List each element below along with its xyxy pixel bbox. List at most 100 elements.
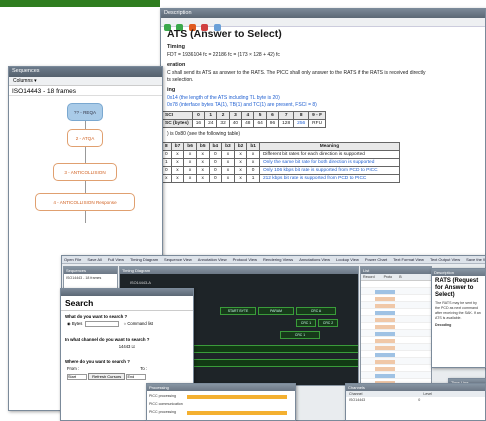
bits-header-cell: b4 [208, 142, 223, 151]
level-col[interactable]: Level [423, 392, 432, 396]
list-item[interactable] [361, 337, 431, 350]
right-desc-head: Description [432, 269, 485, 276]
toolbar-item[interactable]: Sequence View [164, 257, 192, 262]
toolbar-item[interactable]: Power Chart [365, 257, 387, 262]
signal-label: CRC 1 [300, 321, 312, 325]
refresh-cursors-button[interactable]: Refresh Cursors [88, 373, 126, 380]
toolbar-item[interactable]: Annotation View [198, 257, 227, 262]
bits-value-cell: x [170, 150, 185, 159]
columns-label: Columns [13, 78, 33, 84]
bits-table: 8 b7 b6 b5 b4 b3 b2 b1 Meaning 0 x x x 0 x x x Different… [161, 142, 400, 183]
bits-row: 0 x x x 0 x x x Different bit rates for each dir… [161, 150, 400, 159]
right-description-pane: Description RATS (Request for Answer to … [431, 268, 486, 368]
bits-value-cell: x [246, 158, 260, 167]
timing-signal[interactable]: CRC 2 [318, 319, 338, 327]
fsci-header-cell: 6 [265, 111, 280, 120]
columns-dropdown[interactable]: Columns ▾ [9, 77, 162, 86]
bits-value-cell: x [246, 150, 260, 159]
list-item[interactable] [361, 358, 431, 371]
toolbar-item[interactable]: Text Output View [430, 257, 460, 262]
to-value: End [127, 374, 135, 379]
channel-field: 14443 ☑ [61, 343, 193, 350]
frame-count: ISO14443 - 18 frames [9, 86, 162, 96]
toolbar-item[interactable]: Full View [108, 257, 124, 262]
sequences-pane-head: Sequences [64, 267, 117, 274]
description-title: Description [164, 10, 192, 16]
bits-header-cell: b3 [221, 142, 235, 151]
signal-label: START BYTE [227, 309, 249, 313]
timing-signal[interactable]: CRC A [296, 307, 336, 315]
bits-header-cell: b5 [195, 142, 210, 151]
list-item[interactable] [361, 288, 431, 301]
bytes-input[interactable] [85, 321, 120, 327]
list-item[interactable] [361, 302, 431, 315]
processing-bar [187, 395, 287, 399]
list-item[interactable] [361, 372, 431, 385]
list-col-b[interactable]: B [399, 275, 401, 279]
signal-label: PARAM [270, 309, 282, 313]
bits-meaning-cell: Different bit rates for each direction i… [258, 150, 400, 159]
timing-signal[interactable] [180, 345, 358, 353]
bytes-radio[interactable]: ◉ [67, 321, 71, 326]
toolbar-item[interactable]: Open File [64, 257, 81, 262]
sequence-node-3[interactable]: 3 - ANTICOLLISION [53, 163, 117, 181]
search-type-options: ◉ Bytes ○ Command list [61, 320, 193, 328]
bits-value-cell: x [195, 166, 210, 175]
sequence-node-label: ?? - REQA [73, 110, 97, 115]
sequence-node-2[interactable]: 2 - ATQA [67, 129, 103, 147]
toolbar-item[interactable]: Timing Diagram [130, 257, 158, 262]
list-item[interactable] [361, 330, 431, 343]
right-desc-title: Description [434, 270, 455, 275]
channel-value[interactable]: 14443 [119, 344, 131, 349]
from-select[interactable]: Start [67, 373, 87, 380]
chevron-down-icon: ▾ [34, 78, 37, 84]
toolbar-item[interactable]: Save All [87, 257, 101, 262]
toolbar-item[interactable]: Lookup View [336, 257, 359, 262]
fsci-value-cell: 40 [228, 119, 243, 128]
sequence-node-1[interactable]: ?? - REQA [67, 103, 103, 121]
channel-name: ISO14443 [349, 398, 366, 402]
channel-col[interactable]: Channel [349, 392, 362, 396]
bits-value-cell: x [170, 166, 185, 175]
timing-signal[interactable]: START BYTE [220, 307, 256, 315]
checkbox-icon[interactable]: ☑ [132, 344, 136, 349]
list-col-record[interactable]: Record [363, 275, 375, 279]
timing-signal[interactable] [180, 359, 358, 367]
list-item[interactable] [361, 365, 431, 378]
list-item[interactable] [361, 295, 431, 308]
coding-heading: ing [167, 87, 176, 93]
list-item[interactable] [361, 344, 431, 357]
app-toolbar: Open File Save All Full View Timing Diagram… [62, 256, 485, 264]
sequence-connector [85, 211, 86, 223]
sequence-node-4[interactable]: 4 - ANTICOLLISION Response [35, 193, 135, 211]
toolbar-item[interactable]: Rendering Views [263, 257, 293, 262]
toolbar-item[interactable]: Save the Workspace [466, 257, 485, 262]
range-controls: Start Refresh Cursors End [61, 372, 193, 381]
timing-signal[interactable]: CRC 1 [296, 319, 316, 327]
timing-signal[interactable]: PARAM [258, 307, 294, 315]
timing-signal[interactable]: CRC 1 [280, 331, 320, 339]
command-radio[interactable]: ○ [124, 321, 127, 326]
timing-pane-title: Timing Diagram [122, 268, 151, 273]
list-item[interactable] [361, 309, 431, 322]
sequence-connector [85, 121, 86, 129]
list-col-proto[interactable]: Proto [384, 275, 393, 279]
list-item[interactable] [361, 316, 431, 329]
sequence-node-label: 3 - ANTICOLLISION [64, 170, 106, 175]
list-item[interactable] [361, 323, 431, 336]
toolbar-item[interactable]: Annotations View [299, 257, 330, 262]
toolbar-item[interactable]: Text Format View [393, 257, 424, 262]
bits-value-cell: x [183, 166, 197, 175]
fsci-value-cell: 24 [204, 119, 218, 128]
to-select[interactable]: End [126, 373, 147, 380]
processing-item: PICC processing [149, 410, 176, 414]
from-value: Start [68, 374, 77, 379]
page-title: ATS (Answer to Select) [167, 28, 282, 40]
channels-row[interactable]: ISO14443 0 [346, 397, 485, 403]
timing-pane-head: Timing Diagram [120, 267, 358, 274]
list-item[interactable] [361, 351, 431, 364]
toolbar-item[interactable]: Protocol View [233, 257, 257, 262]
fsci-value-cell: 64 [253, 119, 267, 128]
list-item[interactable] [361, 281, 431, 294]
fsci-header-cell: 7 [278, 111, 295, 120]
